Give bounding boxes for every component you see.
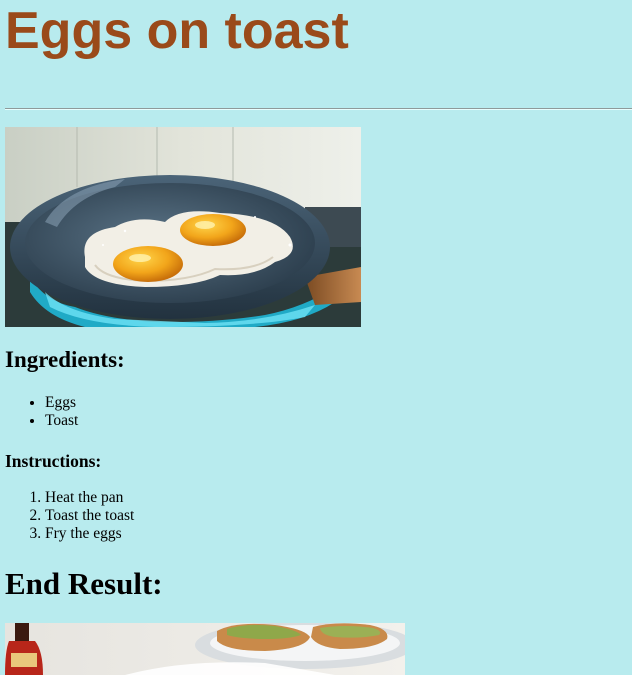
fried-eggs-pan-image	[5, 127, 361, 327]
horizontal-rule	[5, 108, 632, 110]
instruction-step: Heat the pan	[45, 489, 134, 507]
instruction-step: Fry the eggs	[45, 525, 134, 543]
ingredient-item: Toast	[45, 412, 78, 430]
eggs-on-toast-result-image	[5, 623, 405, 675]
ingredients-heading: Ingredients:	[5, 347, 125, 372]
instructions-heading: Instructions:	[5, 451, 102, 471]
instructions-list: Heat the pan Toast the toast Fry the egg…	[5, 489, 134, 543]
ingredient-item: Eggs	[45, 394, 78, 412]
recipe-page: Eggs on toast Ingredients: • Eggs • Toas…	[0, 0, 632, 675]
instruction-step: Toast the toast	[45, 507, 134, 525]
ingredients-list: Eggs Toast	[5, 394, 78, 430]
page-title: Eggs on toast	[5, 2, 349, 60]
end-result-heading: End Result:	[5, 566, 163, 601]
